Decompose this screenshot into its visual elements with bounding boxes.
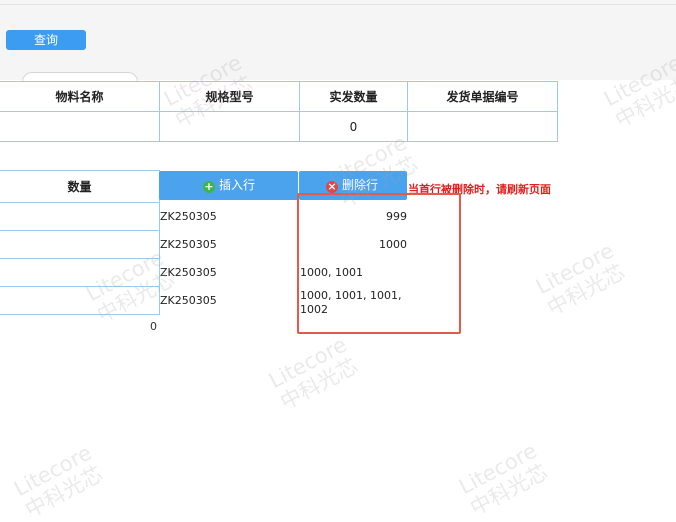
quantity-table: 数量 (0, 170, 160, 315)
query-button[interactable]: 查询 (6, 30, 86, 50)
insert-row-button[interactable]: + 插入行 (159, 171, 298, 200)
insert-row-label: 插入行 (219, 178, 256, 192)
top-divider (0, 4, 676, 5)
row-code: ZK250305 (160, 210, 217, 223)
cell-material-name[interactable] (0, 111, 160, 142)
row-code: ZK250305 (160, 266, 217, 279)
watermark: Litecore 中科光芯 (455, 438, 552, 521)
quantity-total: 0 (150, 320, 157, 333)
column-header-material-name: 物料名称 (0, 81, 160, 112)
watermark: Litecore 中科光芯 (532, 238, 629, 321)
row-code: ZK250305 (160, 238, 217, 251)
cell-actual-qty[interactable]: 0 (299, 111, 408, 142)
material-table: 物料名称 规格型号 实发数量 发货单据编号 0 (0, 81, 558, 142)
cell-shipping-doc-no[interactable] (407, 111, 558, 142)
table-header-row: 物料名称 规格型号 实发数量 发货单据编号 (0, 81, 558, 112)
plus-icon: + (203, 180, 215, 193)
table-row: 0 (0, 111, 558, 142)
column-header-quantity: 数量 (0, 170, 160, 203)
row-code: ZK250305 (160, 294, 217, 307)
quantity-cell[interactable] (0, 286, 160, 315)
quantity-cell[interactable] (0, 230, 160, 259)
column-header-actual-qty: 实发数量 (299, 81, 408, 112)
cell-spec-model[interactable] (159, 111, 300, 142)
delete-row-label: 删除行 (342, 178, 379, 192)
watermark: Litecore 中科光芯 (265, 332, 362, 415)
column-header-spec-model: 规格型号 (159, 81, 300, 112)
watermark: Litecore 中科光芯 (10, 440, 107, 522)
quantity-cell[interactable] (0, 202, 160, 231)
highlight-box (297, 193, 461, 334)
top-band (0, 0, 676, 80)
column-header-shipping-doc-no: 发货单据编号 (407, 81, 558, 112)
quantity-cell[interactable] (0, 258, 160, 287)
close-icon: × (326, 180, 338, 193)
